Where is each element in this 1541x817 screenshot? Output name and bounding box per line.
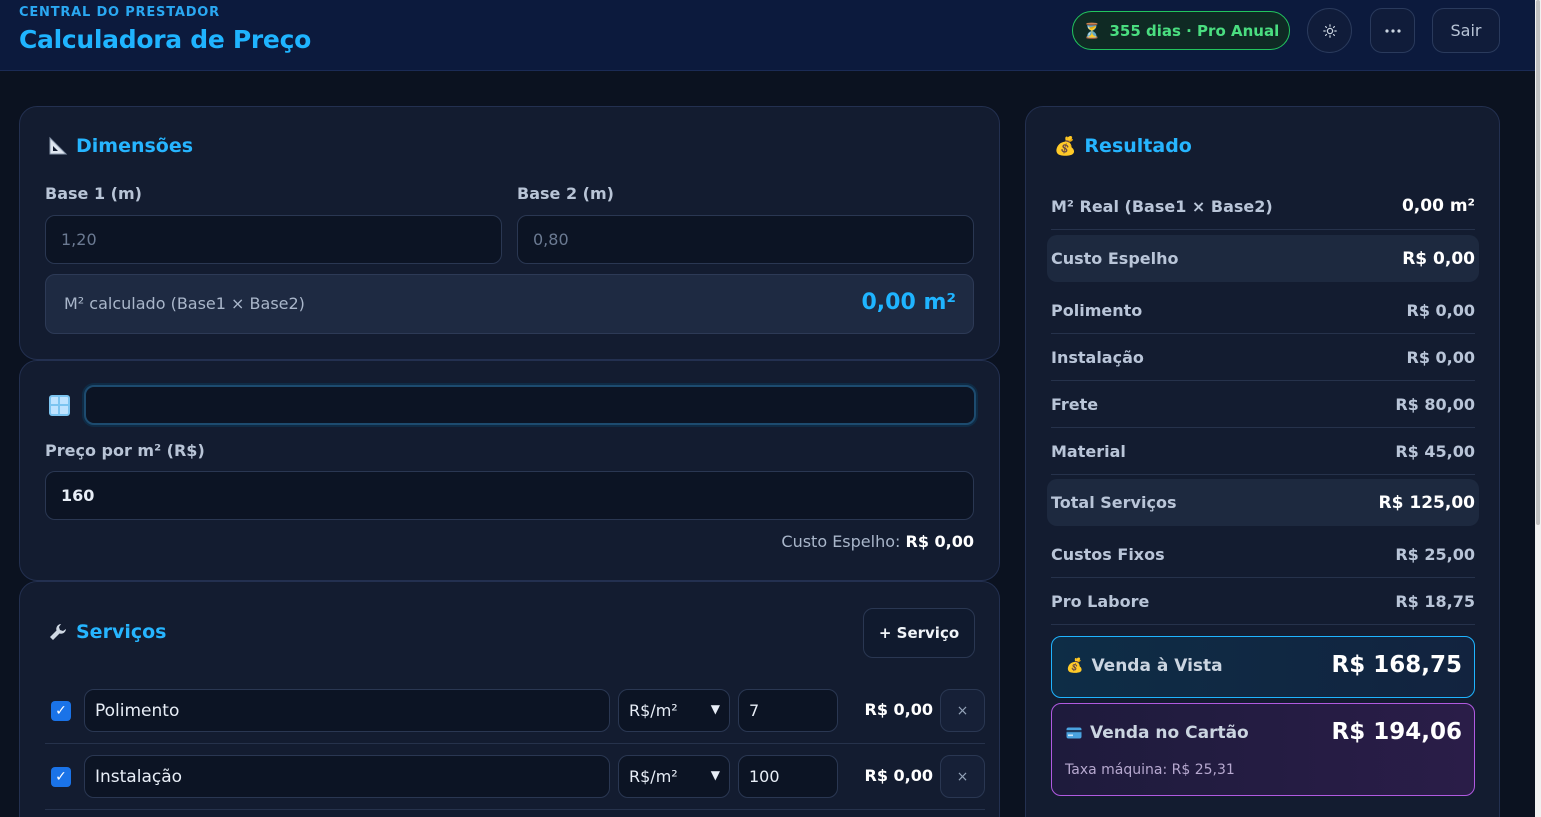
chevron-down-icon: ▼ bbox=[710, 702, 720, 716]
price-per-m2-label: Preço por m² (R$) bbox=[45, 441, 205, 460]
window-icon bbox=[49, 395, 70, 416]
plan-badge-label: 355 dias · Pro Anual bbox=[1109, 21, 1280, 40]
add-service-button[interactable]: + Serviço bbox=[863, 608, 975, 658]
card-sale-label: Venda no Cartão bbox=[1090, 723, 1249, 743]
scrollbar-thumb[interactable] bbox=[1536, 0, 1540, 525]
result-row-value: R$ 0,00 bbox=[1406, 300, 1476, 320]
base1-label: Base 1 (m) bbox=[45, 184, 142, 203]
base2-label: Base 2 (m) bbox=[517, 184, 614, 203]
result-row-value: R$ 125,00 bbox=[1378, 492, 1475, 513]
result-row-mirror-cost: Custo Espelho R$ 0,00 bbox=[1047, 235, 1479, 282]
result-row-services-total: Total Serviços R$ 125,00 bbox=[1047, 479, 1479, 526]
services-title: Serviços bbox=[76, 621, 167, 643]
card-fee-text: Taxa máquina: R$ 25,31 bbox=[1065, 762, 1235, 778]
result-row-label: Material bbox=[1051, 441, 1126, 461]
cash-sale-value: R$ 168,75 bbox=[1331, 652, 1462, 678]
remove-service-button[interactable]: × bbox=[940, 755, 985, 798]
result-row-value: R$ 80,00 bbox=[1395, 394, 1475, 414]
close-icon: × bbox=[956, 702, 969, 719]
result-heading: 💰 Resultado bbox=[1054, 135, 1192, 157]
services-heading: Serviços bbox=[48, 621, 166, 643]
result-row-value: R$ 45,00 bbox=[1395, 441, 1475, 461]
result-row-label: Custo Espelho bbox=[1051, 249, 1179, 268]
mirror-cost-value: R$ 0,00 bbox=[905, 532, 975, 551]
result-row-fixed-costs: Custos Fixos R$ 25,00 bbox=[1051, 531, 1475, 578]
cash-sale-box: 💰 Venda à Vista R$ 168,75 bbox=[1051, 636, 1475, 698]
glass-price-card: Preço por m² (R$) 160 Custo Espelho: R$ … bbox=[19, 360, 1000, 581]
base1-input[interactable]: 1,20 bbox=[45, 215, 502, 264]
logout-button[interactable]: Sair bbox=[1432, 8, 1500, 53]
service-row: ✓ Instalação R$/m² ▼ 100 R$ 0,00 × bbox=[45, 744, 985, 810]
result-row-polishing: Polimento R$ 0,00 bbox=[1051, 287, 1475, 334]
result-row-pro-labore: Pro Labore R$ 18,75 bbox=[1051, 578, 1475, 625]
mirror-cost-label: Custo Espelho: bbox=[781, 532, 901, 551]
service-qty-input[interactable]: 7 bbox=[738, 689, 838, 732]
service-enabled-checkbox[interactable]: ✓ bbox=[51, 701, 71, 721]
app-header: CENTRAL DO PRESTADOR Calculadora de Preç… bbox=[0, 0, 1535, 71]
credit-card-icon bbox=[1066, 727, 1082, 739]
card-sale-value: R$ 194,06 bbox=[1331, 719, 1462, 745]
result-row-value: 0,00 m² bbox=[1401, 196, 1475, 216]
service-name-input[interactable]: Instalação bbox=[84, 755, 610, 798]
mirror-cost-summary: Custo Espelho: R$ 0,00 bbox=[781, 532, 974, 551]
theme-toggle-button[interactable] bbox=[1307, 8, 1352, 53]
result-row-installation: Instalação R$ 0,00 bbox=[1051, 334, 1475, 381]
result-row-label: M² Real (Base1 × Base2) bbox=[1051, 196, 1273, 216]
service-unit-value: R$/m² bbox=[629, 701, 678, 720]
service-row: ✓ Polimento R$/m² ▼ 7 R$ 0,00 × bbox=[45, 678, 985, 744]
sun-icon bbox=[1322, 23, 1337, 38]
cash-sale-label-group: 💰 Venda à Vista bbox=[1066, 656, 1223, 676]
service-unit-select[interactable]: R$/m² ▼ bbox=[618, 689, 730, 732]
hourglass-icon: ⏳ bbox=[1082, 21, 1102, 40]
service-qty-input[interactable]: 100 bbox=[738, 755, 838, 798]
result-card: 💰 Resultado M² Real (Base1 × Base2) 0,00… bbox=[1025, 106, 1500, 817]
result-row-value: R$ 18,75 bbox=[1395, 591, 1475, 611]
result-row-value: R$ 0,00 bbox=[1406, 347, 1476, 367]
dimensions-heading: Dimensões bbox=[48, 135, 193, 157]
dimensions-card: Dimensões Base 1 (m) 1,20 Base 2 (m) 0,8… bbox=[19, 106, 1000, 360]
page-title: Calculadora de Preço bbox=[19, 25, 311, 54]
base2-input[interactable]: 0,80 bbox=[517, 215, 974, 264]
result-row-label: Polimento bbox=[1051, 300, 1143, 320]
area-calc-value: 0,00 m² bbox=[861, 290, 957, 315]
chevron-down-icon: ▼ bbox=[710, 768, 720, 782]
service-total: R$ 0,00 bbox=[864, 766, 934, 785]
remove-service-button[interactable]: × bbox=[940, 689, 985, 732]
result-row-area: M² Real (Base1 × Base2) 0,00 m² bbox=[1051, 183, 1475, 230]
service-unit-value: R$/m² bbox=[629, 767, 678, 786]
app-subtitle: CENTRAL DO PRESTADOR bbox=[19, 5, 220, 20]
services-card: Serviços + Serviço ✓ Polimento R$/m² ▼ 7… bbox=[19, 581, 1000, 817]
cash-sale-label: Venda à Vista bbox=[1091, 656, 1223, 676]
card-sale-box: Venda no Cartão R$ 194,06 Taxa máquina: … bbox=[1051, 703, 1475, 796]
area-calc-label: M² calculado (Base1 × Base2) bbox=[64, 294, 305, 313]
result-row-label: Total Serviços bbox=[1051, 493, 1177, 512]
more-options-button[interactable] bbox=[1370, 8, 1415, 53]
glass-name-input[interactable] bbox=[84, 385, 976, 425]
result-row-material: Material R$ 45,00 bbox=[1051, 428, 1475, 475]
service-name-input[interactable]: Polimento bbox=[84, 689, 610, 732]
result-row-freight: Frete R$ 80,00 bbox=[1051, 381, 1475, 428]
wrench-icon bbox=[50, 624, 66, 640]
result-row-label: Frete bbox=[1051, 394, 1099, 414]
result-row-value: R$ 25,00 bbox=[1395, 544, 1475, 564]
plan-badge[interactable]: ⏳ 355 dias · Pro Anual bbox=[1072, 11, 1290, 50]
money-bag-icon: 💰 bbox=[1066, 658, 1084, 674]
result-row-label: Pro Labore bbox=[1051, 591, 1150, 611]
dimensions-title: Dimensões bbox=[76, 135, 194, 157]
close-icon: × bbox=[956, 768, 969, 785]
result-row-value: R$ 0,00 bbox=[1402, 248, 1475, 269]
result-row-label: Custos Fixos bbox=[1051, 544, 1165, 564]
money-bag-icon: 💰 bbox=[1054, 135, 1077, 157]
result-row-label: Instalação bbox=[1051, 347, 1144, 367]
card-sale-label-group: Venda no Cartão bbox=[1066, 723, 1249, 743]
price-per-m2-input[interactable]: 160 bbox=[45, 471, 974, 520]
ruler-triangle-icon bbox=[49, 136, 68, 155]
service-total: R$ 0,00 bbox=[864, 700, 934, 719]
result-title: Resultado bbox=[1084, 135, 1192, 157]
area-calculation-box: M² calculado (Base1 × Base2) 0,00 m² bbox=[45, 274, 974, 334]
service-unit-select[interactable]: R$/m² ▼ bbox=[618, 755, 730, 798]
ellipsis-icon bbox=[1384, 28, 1401, 33]
service-enabled-checkbox[interactable]: ✓ bbox=[51, 767, 71, 787]
